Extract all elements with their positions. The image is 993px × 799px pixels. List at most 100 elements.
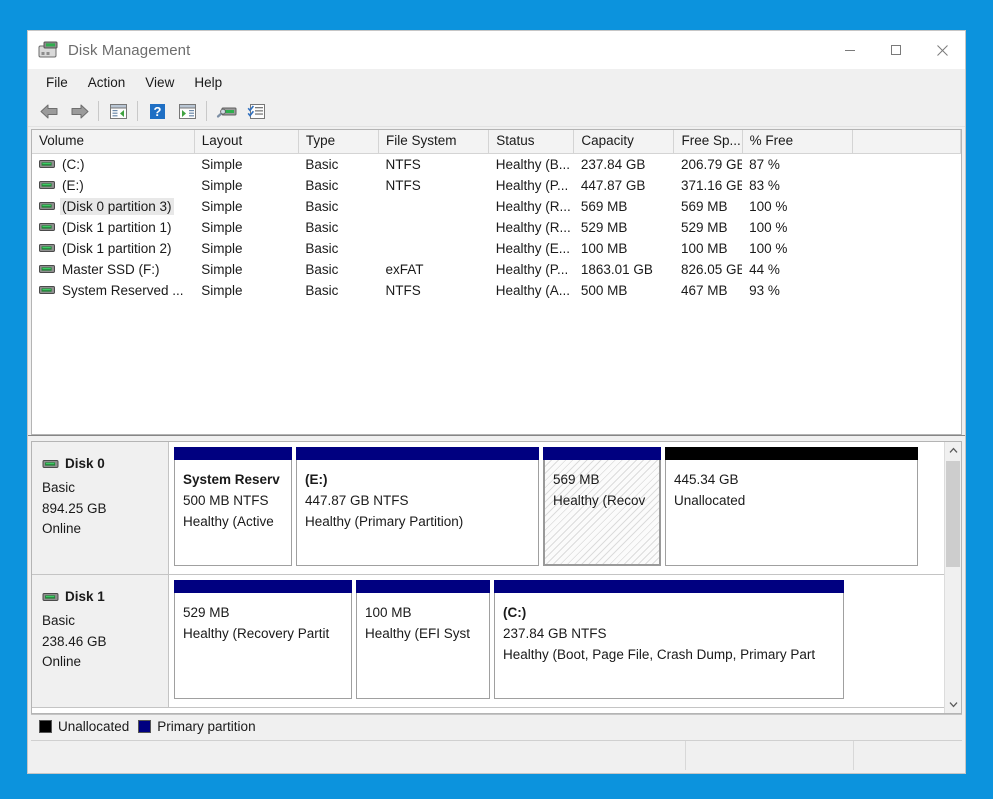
partition-status: Healthy (Recov xyxy=(553,492,646,508)
menu-file[interactable]: File xyxy=(36,72,78,93)
volume-cell-spare xyxy=(852,238,960,259)
volume-cell-layout: Simple xyxy=(201,177,243,193)
volume-cell-freespace: 100 MB xyxy=(680,240,728,256)
volume-cell-layout: Simple xyxy=(201,219,243,235)
drive-icon xyxy=(39,263,55,276)
disks-container: Disk 0 Basic 894.25 GB Online System Reserv 5… xyxy=(32,442,944,708)
drive-icon xyxy=(42,458,59,469)
partition-block[interactable]: 569 MB Healthy (Recov xyxy=(543,447,661,566)
partition-size-filesystem: 529 MB xyxy=(183,605,230,620)
help-icon[interactable]: ? xyxy=(142,98,172,124)
volume-cell-spare xyxy=(852,153,960,175)
column-header-type[interactable]: Type xyxy=(298,130,380,154)
minimize-button[interactable] xyxy=(827,31,873,69)
volume-row[interactable]: (Disk 1 partition 2) Simple Basic Healthy (… xyxy=(32,238,961,259)
menu-action[interactable]: Action xyxy=(78,72,136,93)
partition-status: Healthy (Boot, Page File, Crash Dump, Pr… xyxy=(503,646,816,662)
volume-cell-pctfree: 93 % xyxy=(749,282,780,298)
column-header-free-space[interactable]: Free Sp... xyxy=(673,130,743,154)
volume-label: Master SSD (F:) xyxy=(62,261,160,277)
volume-row[interactable]: Master SSD (F:) Simple Basic exFAT Healthy (… xyxy=(32,259,961,280)
legend-swatch-primary-partition xyxy=(138,720,152,733)
forward-arrow-icon[interactable] xyxy=(64,98,94,124)
partition-color-bar xyxy=(296,447,539,460)
title-bar[interactable]: Disk Management xyxy=(28,31,965,69)
show-hide-console-tree-icon[interactable] xyxy=(103,98,133,124)
volume-cell-pctfree: 100 % xyxy=(749,219,788,235)
column-header-layout[interactable]: Layout xyxy=(194,130,299,154)
menu-view[interactable]: View xyxy=(135,72,184,93)
volume-cell-capacity: 1863.01 GB xyxy=(580,261,653,277)
volume-cell-layout: Simple xyxy=(201,198,243,214)
volume-name-wrapper: (Disk 0 partition 3) xyxy=(39,197,174,215)
volume-cell-freespace: 826.05 GB xyxy=(680,261,743,277)
volume-cell-pctfree: 44 % xyxy=(749,261,780,277)
legend-entry-primary-partition: Primary partition xyxy=(138,719,256,734)
volume-row[interactable]: (E:) Simple Basic NTFS Healthy (P... 447.87 G… xyxy=(32,175,961,196)
volume-label: (Disk 1 partition 2) xyxy=(62,240,172,256)
column-header-spare[interactable] xyxy=(852,130,961,154)
volume-cell-pctfree: 87 % xyxy=(749,156,780,172)
partition-details: 529 MB Healthy (Recovery Partit xyxy=(174,593,352,699)
disk-name: Disk 1 xyxy=(65,589,105,604)
volume-row[interactable]: (C:) Simple Basic NTFS Healthy (B... 237.84 G… xyxy=(32,153,961,175)
rescan-disks-icon[interactable] xyxy=(211,98,241,124)
disk-info-panel[interactable]: Disk 1 Basic 238.46 GB Online xyxy=(32,575,169,707)
disk-meta: Basic 238.46 GB Online xyxy=(42,611,168,673)
disk-type: Basic xyxy=(42,480,76,495)
menu-help[interactable]: Help xyxy=(184,72,232,93)
partition-size-filesystem: 445.34 GB xyxy=(674,472,739,487)
disk-info-panel[interactable]: Disk 0 Basic 894.25 GB Online xyxy=(32,442,169,574)
show-hide-action-pane-icon[interactable] xyxy=(172,98,202,124)
partition-block[interactable]: System Reserv 500 MB NTFS Healthy (Active xyxy=(174,447,292,566)
disk-row: Disk 1 Basic 238.46 GB Online 529 MB Healthy … xyxy=(32,575,944,708)
disk-size: 238.46 GB xyxy=(42,633,107,649)
volume-cell-status: Healthy (A... xyxy=(495,282,570,298)
back-arrow-icon[interactable] xyxy=(34,98,64,124)
volume-cell-freespace: 371.16 GB xyxy=(680,177,743,193)
volume-label: (E:) xyxy=(62,177,84,193)
volume-cell-freespace: 569 MB xyxy=(680,198,728,214)
volume-cell-capacity: 237.84 GB xyxy=(580,156,646,172)
scrollbar-track[interactable] xyxy=(945,459,961,696)
volume-label: System Reserved ... xyxy=(62,282,184,298)
column-header-volume[interactable]: Volume xyxy=(32,130,195,154)
partition-details: 569 MB Healthy (Recov xyxy=(543,460,661,566)
graphical-view-scrollbar[interactable] xyxy=(944,442,961,713)
partition-block[interactable]: (C:) 237.84 GB NTFS Healthy (Boot, Page Fi… xyxy=(494,580,844,699)
drive-icon xyxy=(42,591,59,602)
column-header-file-system[interactable]: File System xyxy=(378,130,490,154)
partition-block[interactable]: 529 MB Healthy (Recovery Partit xyxy=(174,580,352,699)
partition-details: System Reserv 500 MB NTFS Healthy (Active xyxy=(174,460,292,566)
graphical-view-pane: Disk 0 Basic 894.25 GB Online System Reserv 5… xyxy=(31,441,962,714)
volume-cell-type: Basic xyxy=(305,219,339,235)
scroll-down-arrow-icon[interactable] xyxy=(945,696,961,713)
maximize-button[interactable] xyxy=(873,31,919,69)
drive-icon xyxy=(39,158,55,171)
volume-row[interactable]: (Disk 0 partition 3) Simple Basic Healthy (… xyxy=(32,196,961,217)
volume-cell-pctfree: 100 % xyxy=(749,198,788,214)
toolbar-separator xyxy=(137,101,138,121)
partition-block[interactable]: 100 MB Healthy (EFI Syst xyxy=(356,580,490,699)
volume-cell-filesystem: NTFS xyxy=(385,156,421,172)
column-header-percent-free[interactable]: % Free xyxy=(742,130,853,154)
partition-status: Unallocated xyxy=(674,492,746,508)
properties-icon[interactable] xyxy=(241,98,271,124)
window-controls xyxy=(827,31,965,69)
scrollbar-thumb[interactable] xyxy=(946,461,960,567)
volume-list-pane[interactable]: Volume Layout Type File System Status Ca… xyxy=(31,129,962,435)
close-button[interactable] xyxy=(919,31,965,69)
column-header-status[interactable]: Status xyxy=(488,130,575,154)
scroll-up-arrow-icon[interactable] xyxy=(945,442,961,459)
volume-cell-layout: Simple xyxy=(201,261,243,277)
volume-row[interactable]: System Reserved ... Simple Basic NTFS Health… xyxy=(32,280,961,301)
volume-cell-capacity: 500 MB xyxy=(580,282,628,298)
toolbar: ? xyxy=(28,96,965,127)
drive-icon xyxy=(39,221,55,234)
partition-block[interactable]: (E:) 447.87 GB NTFS Healthy (Primary Parti… xyxy=(296,447,539,566)
volume-row[interactable]: (Disk 1 partition 1) Simple Basic Healthy (… xyxy=(32,217,961,238)
column-header-capacity[interactable]: Capacity xyxy=(573,130,675,154)
disk-meta: Basic 894.25 GB Online xyxy=(42,478,168,540)
disk-state: Online xyxy=(42,654,82,670)
partition-block[interactable]: 445.34 GB Unallocated xyxy=(665,447,918,566)
